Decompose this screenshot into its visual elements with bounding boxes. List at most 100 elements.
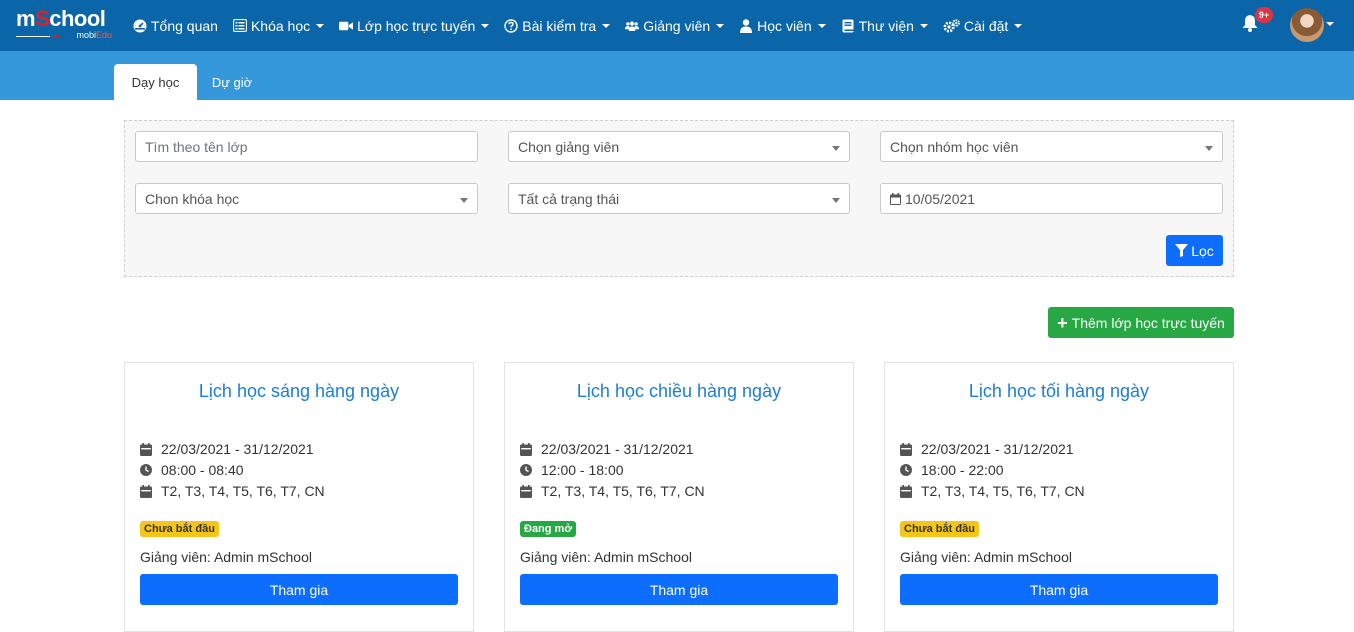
join-button[interactable]: Tham gia xyxy=(900,574,1218,605)
video-icon xyxy=(339,19,354,33)
clock-icon xyxy=(520,464,532,476)
logo-underline xyxy=(16,36,50,37)
date-range-text: 22/03/2021 - 31/12/2021 xyxy=(921,441,1074,457)
calendar-icon xyxy=(140,484,152,498)
calendar-icon xyxy=(140,442,152,456)
mschool-logo[interactable]: mSchool mobiEdu xyxy=(16,8,114,42)
status-badge: Chưa bắt đầu xyxy=(900,521,979,537)
cogs-icon xyxy=(943,18,960,33)
class-card: Lịch học chiều hàng ngày 22/03/2021 - 31… xyxy=(504,362,854,632)
card-title[interactable]: Lịch học chiều hàng ngày xyxy=(505,381,853,402)
teacher-text: Giảng viên: Admin mSchool xyxy=(520,549,692,565)
join-button[interactable]: Tham gia xyxy=(520,574,838,605)
time-text: 12:00 - 18:00 xyxy=(541,462,624,478)
nav-label: Bài kiểm tra xyxy=(522,17,597,34)
question-circle-icon xyxy=(504,18,518,33)
status-select[interactable]: Tất cả trạng thái xyxy=(508,183,850,214)
nav-label: Lớp học trực tuyến xyxy=(357,17,476,34)
select-value: Tất cả trạng thái xyxy=(518,190,620,207)
teacher-text: Giảng viên: Admin mSchool xyxy=(900,549,1072,565)
placeholder: Tìm theo tên lớp xyxy=(145,138,248,155)
button-label: Lọc xyxy=(1191,242,1214,259)
calendar-icon xyxy=(890,192,901,205)
main-nav: Tổng quan Khóa học Lớp học trực tuyến Bà… xyxy=(133,0,1037,51)
chevron-down-icon[interactable] xyxy=(1326,22,1334,26)
date-range-text: 22/03/2021 - 31/12/2021 xyxy=(161,441,314,457)
add-online-class-button[interactable]: + Thêm lớp học trực tuyến xyxy=(1048,307,1234,338)
clock-icon xyxy=(140,464,152,476)
user-avatar[interactable] xyxy=(1290,8,1324,42)
days-text: T2, T3, T4, T5, T6, T7, CN xyxy=(541,483,705,499)
chevron-down-icon xyxy=(716,23,725,28)
nav-students[interactable]: Học viên xyxy=(739,17,826,34)
logo-subtext: mobiEdu xyxy=(76,30,112,40)
notification-badge: 9+ xyxy=(1255,7,1273,23)
date-range-text: 22/03/2021 - 31/12/2021 xyxy=(541,441,694,457)
logo-text: mSchool xyxy=(16,6,106,31)
chevron-down-icon xyxy=(817,23,826,28)
teacher-select[interactable]: Chọn giảng viên xyxy=(508,131,850,162)
nav-label: Giảng viên xyxy=(643,17,711,34)
chevron-down-icon xyxy=(316,23,325,28)
chevron-down-icon xyxy=(1205,146,1213,151)
days-text: T2, T3, T4, T5, T6, T7, CN xyxy=(161,483,325,499)
chevron-down-icon xyxy=(481,23,490,28)
chevron-down-icon xyxy=(919,23,928,28)
book-icon xyxy=(841,19,855,33)
time-row: 18:00 - 22:00 xyxy=(900,462,1004,478)
plus-icon: + xyxy=(1057,312,1068,333)
nav-dashboard[interactable]: Tổng quan xyxy=(133,18,218,34)
nav-label: Cài đặt xyxy=(963,17,1009,34)
chevron-down-icon xyxy=(832,146,840,151)
join-button[interactable]: Tham gia xyxy=(140,574,458,605)
student-group-select[interactable]: Chọn nhóm học viên xyxy=(880,131,1223,162)
status-badge: Đang mở xyxy=(520,521,577,537)
sub-tab-bar: Dạy học Dự giờ xyxy=(0,51,1354,100)
select-value: Chọn nhóm học viên xyxy=(890,138,1019,155)
nav-label: Khóa học xyxy=(250,17,311,34)
date-input[interactable]: 10/05/2021 xyxy=(880,183,1223,214)
time-text: 18:00 - 22:00 xyxy=(921,462,1004,478)
tab-observation[interactable]: Dự giờ xyxy=(197,64,267,100)
top-navbar: mSchool mobiEdu Tổng quan Khóa học Lớp h… xyxy=(0,0,1354,51)
class-card: Lịch học sáng hàng ngày 22/03/2021 - 31/… xyxy=(124,362,474,632)
nav-library[interactable]: Thư viện xyxy=(841,18,928,34)
date-value: 10/05/2021 xyxy=(905,190,976,207)
date-range-row: 22/03/2021 - 31/12/2021 xyxy=(900,441,1074,457)
status-badge: Chưa bắt đầu xyxy=(140,521,219,537)
tab-teaching[interactable]: Dạy học xyxy=(114,64,197,100)
chevron-down-icon xyxy=(460,198,468,203)
calendar-icon xyxy=(520,442,532,456)
nav-online-classes[interactable]: Lớp học trực tuyến xyxy=(339,17,490,34)
days-text: T2, T3, T4, T5, T6, T7, CN xyxy=(921,483,1085,499)
class-card: Lịch học tối hàng ngày 22/03/2021 - 31/1… xyxy=(884,362,1234,632)
nav-tests[interactable]: Bài kiểm tra xyxy=(504,17,611,34)
class-name-search-input[interactable]: Tìm theo tên lớp xyxy=(135,131,478,162)
users-icon xyxy=(625,19,640,33)
course-select[interactable]: Chon khóa học xyxy=(135,183,478,214)
date-range-row: 22/03/2021 - 31/12/2021 xyxy=(140,441,314,457)
select-value: Chon khóa học xyxy=(145,190,240,207)
nav-courses[interactable]: Khóa học xyxy=(232,17,325,34)
calendar-icon xyxy=(900,484,912,498)
chevron-down-icon xyxy=(1014,23,1023,28)
select-value: Chọn giảng viên xyxy=(518,138,620,155)
user-icon xyxy=(739,18,753,33)
nav-label: Học viên xyxy=(757,17,812,34)
button-label: Thêm lớp học trực tuyến xyxy=(1071,314,1225,331)
date-range-row: 22/03/2021 - 31/12/2021 xyxy=(520,441,694,457)
teacher-text: Giảng viên: Admin mSchool xyxy=(140,549,312,565)
nav-teachers[interactable]: Giảng viên xyxy=(625,17,725,34)
filter-button[interactable]: Lọc xyxy=(1166,235,1223,266)
logo-dash xyxy=(53,36,59,37)
time-text: 08:00 - 08:40 xyxy=(161,462,244,478)
nav-settings[interactable]: Cài đặt xyxy=(943,17,1023,34)
calendar-icon xyxy=(900,442,912,456)
card-title[interactable]: Lịch học sáng hàng ngày xyxy=(125,381,473,402)
card-title[interactable]: Lịch học tối hàng ngày xyxy=(885,381,1233,402)
calendar-icon xyxy=(520,484,532,498)
time-row: 08:00 - 08:40 xyxy=(140,462,244,478)
nav-label: Tổng quan xyxy=(151,17,218,34)
days-row: T2, T3, T4, T5, T6, T7, CN xyxy=(900,483,1085,499)
time-row: 12:00 - 18:00 xyxy=(520,462,624,478)
